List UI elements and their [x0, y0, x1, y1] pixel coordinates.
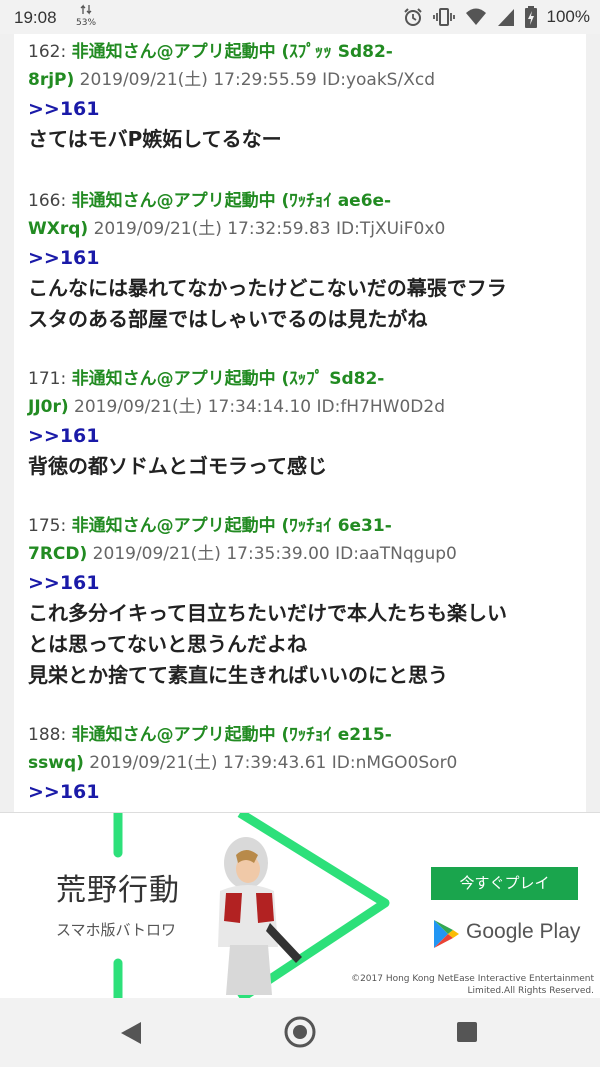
post-line: 見栄とか捨てて素直に生きればいいのにと思う	[28, 663, 448, 687]
game-character-image	[218, 837, 302, 995]
wifi-icon	[465, 8, 486, 25]
post-188: 188: 非通知さん@アプリ起動中 (ﾜｯﾁｮｲ e215- sswq) 201…	[14, 691, 586, 807]
post-header: 162: 非通知さん@アプリ起動中 (ｽﾌﾟｯｯ Sd82- 8rjP) 201…	[28, 38, 586, 94]
poster-name[interactable]: 非通知さん@アプリ起動中 (ｽｯﾌﾟ Sd82-	[72, 369, 385, 389]
status-bar: 19:08 53% 100%	[0, 0, 600, 34]
ad-copyright: ©2017 Hong Kong NetEase Interactive Ente…	[326, 973, 594, 997]
reply-anchor-link[interactable]: >>161	[28, 777, 586, 807]
post-header: 175: 非通知さん@アプリ起動中 (ﾜｯﾁｮｲ 6e31- 7RCD) 201…	[28, 512, 586, 568]
reply-anchor-link[interactable]: >>161	[28, 421, 586, 451]
poster-name[interactable]: 非通知さん@アプリ起動中 (ﾜｯﾁｮｲ 6e31-	[72, 516, 392, 536]
status-icons: 100%	[403, 6, 590, 28]
post-body: さてはモバP嫉妬してるなー	[28, 124, 586, 155]
post-body: 背徳の都ソドムとゴモラって感じ	[28, 451, 586, 482]
back-triangle-icon[interactable]	[119, 1020, 143, 1046]
post-header: 171: 非通知さん@アプリ起動中 (ｽｯﾌﾟ Sd82- JJ0r) 2019…	[28, 365, 586, 421]
vibrate-icon	[432, 8, 455, 26]
poster-name-cont[interactable]: sswq)	[28, 753, 84, 773]
poster-name-cont[interactable]: 8rjP)	[28, 70, 74, 90]
play-now-button[interactable]: 今すぐプレイ	[431, 867, 578, 900]
post-166: 166: 非通知さん@アプリ起動中 (ﾜｯﾁｮｲ ae6e- WXrq) 201…	[14, 155, 586, 335]
post-line: とは思ってないと思うんだよね	[28, 632, 307, 656]
google-play-logo-icon	[434, 920, 459, 948]
post-line: これ多分イキって目立ちたいだけで本人たちも楽しい	[28, 601, 507, 625]
ad-copyright-line: Limited.All Rights Reserved.	[467, 986, 594, 996]
home-circle-icon[interactable]	[284, 1016, 316, 1048]
post-line: こんなには暴れてなかったけどこないだの幕張でフラ	[28, 276, 507, 300]
ad-subtitle: スマホ版バトロワ	[56, 921, 177, 939]
battery-percent: 100%	[546, 7, 590, 26]
reply-anchor-link[interactable]: >>161	[28, 243, 586, 273]
post-meta: 2019/09/21(土) 17:35:39.00 ID:aaTNqgup0	[87, 544, 457, 564]
post-line: 背徳の都ソドムとゴモラって感じ	[28, 454, 327, 478]
system-nav-bar	[0, 998, 600, 1067]
poster-name-cont[interactable]: 7RCD)	[28, 544, 87, 564]
post-meta: 2019/09/21(土) 17:34:14.10 ID:fH7HW0D2d	[68, 397, 446, 417]
post-meta: 2019/09/21(土) 17:32:59.83 ID:TjXUiF0x0	[88, 219, 446, 239]
post-number: 175:	[28, 516, 67, 536]
post-number: 162:	[28, 42, 67, 62]
poster-name[interactable]: 非通知さん@アプリ起動中 (ｽﾌﾟｯｯ Sd82-	[72, 42, 393, 62]
poster-name[interactable]: 非通知さん@アプリ起動中 (ﾜｯﾁｮｲ e215-	[72, 725, 392, 745]
post-line: さてはモバP嫉妬してるなー	[28, 127, 282, 151]
thread-content[interactable]: 162: 非通知さん@アプリ起動中 (ｽﾌﾟｯｯ Sd82- 8rjP) 201…	[14, 34, 586, 812]
poster-name-cont[interactable]: WXrq)	[28, 219, 88, 239]
poster-name[interactable]: 非通知さん@アプリ起動中 (ﾜｯﾁｮｲ ae6e-	[72, 191, 392, 211]
post-body: これ多分イキって目立ちたいだけで本人たちも楽しい とは思ってないと思うんだよね …	[28, 598, 586, 691]
ad-banner[interactable]: 荒野行動 スマホ版バトロワ 今すぐプレイ Google Play ©2017 H…	[0, 812, 600, 1000]
google-play-label[interactable]: Google Play	[466, 920, 580, 944]
reply-anchor-link[interactable]: >>161	[28, 568, 586, 598]
poster-name-cont[interactable]: JJ0r)	[28, 397, 69, 417]
post-number: 171:	[28, 369, 67, 389]
battery-charging-icon	[524, 6, 537, 28]
post-header: 166: 非通知さん@アプリ起動中 (ﾜｯﾁｮｲ ae6e- WXrq) 201…	[28, 187, 586, 243]
ad-copyright-line: ©2017 Hong Kong NetEase Interactive Ente…	[351, 974, 594, 984]
reply-anchor-link[interactable]: >>161	[28, 94, 586, 124]
post-line: スタのある部屋ではしゃいでるのは見たがね	[28, 307, 428, 331]
recents-square-icon[interactable]	[455, 1020, 479, 1044]
ad-title: 荒野行動	[56, 873, 180, 908]
post-number: 166:	[28, 191, 67, 211]
clock: 19:08	[14, 8, 57, 27]
post-header: 188: 非通知さん@アプリ起動中 (ﾜｯﾁｮｲ e215- sswq) 201…	[28, 721, 586, 777]
cell-signal-icon	[497, 9, 514, 26]
post-175: 175: 非通知さん@アプリ起動中 (ﾜｯﾁｮｲ 6e31- 7RCD) 201…	[14, 482, 586, 691]
post-number: 188:	[28, 725, 67, 745]
post-meta: 2019/09/21(土) 17:29:55.59 ID:yoakS/Xcd	[74, 70, 435, 90]
post-body: こんなには暴れてなかったけどこないだの幕張でフラ スタのある部屋ではしゃいでるの…	[28, 273, 586, 335]
post-171: 171: 非通知さん@アプリ起動中 (ｽｯﾌﾟ Sd82- JJ0r) 2019…	[14, 335, 586, 482]
network-label: 53%	[76, 18, 97, 28]
post-162: 162: 非通知さん@アプリ起動中 (ｽﾌﾟｯｯ Sd82- 8rjP) 201…	[14, 34, 586, 155]
network-speed-indicator: 53%	[76, 4, 96, 28]
data-arrows-icon	[80, 4, 92, 15]
alarm-icon	[403, 8, 422, 26]
post-meta: 2019/09/21(土) 17:39:43.61 ID:nMGO0Sor0	[83, 753, 458, 773]
